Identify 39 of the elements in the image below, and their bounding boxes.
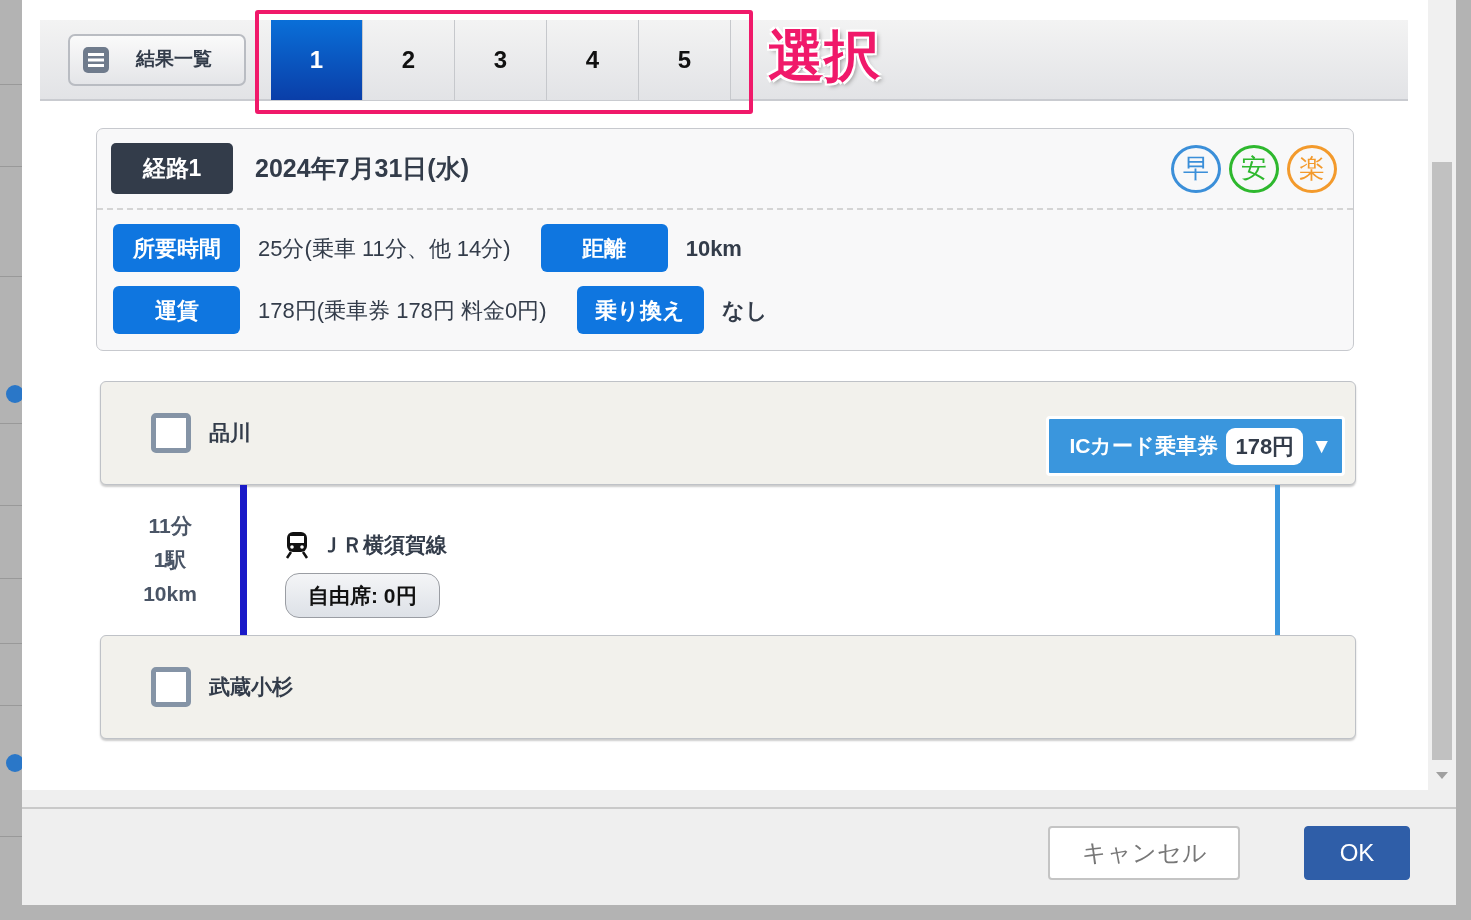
route-mark: 早: [1171, 144, 1221, 193]
ride-time: 11分: [148, 513, 192, 539]
route-tab[interactable]: 5: [639, 20, 731, 100]
train-icon: [285, 530, 309, 559]
route-date: 2024年7月31日(水): [255, 152, 469, 184]
scrollbar[interactable]: [1428, 0, 1456, 790]
fare-amount: 178円: [1226, 427, 1304, 465]
caret-icon: ▼: [1311, 430, 1332, 462]
scroll-down-icon[interactable]: [1436, 772, 1448, 779]
ok-button[interactable]: OK: [1304, 826, 1410, 880]
fact-label: 距離: [540, 224, 668, 272]
station-name: 品川: [209, 420, 251, 447]
annotation-label: 選択: [768, 28, 880, 84]
route-tab[interactable]: 3: [455, 20, 547, 100]
route-mark: 楽: [1287, 144, 1337, 193]
route-tab[interactable]: 4: [547, 20, 639, 100]
station-name: 武蔵小杉: [209, 674, 293, 701]
fact-value: なし: [721, 296, 768, 325]
line-name: ＪＲ横須賀線: [321, 532, 447, 558]
fact-label: 乗り換え: [576, 286, 704, 334]
checkbox[interactable]: [151, 413, 191, 453]
fare-dropdown[interactable]: ICカード乗車券 178円 ▼: [1046, 416, 1345, 476]
route-badge: 経路1: [111, 143, 233, 194]
route-mark: 安: [1229, 144, 1279, 193]
fact-label: 運賃: [113, 286, 240, 334]
fact-label: 所要時間: [113, 224, 240, 272]
fact-value: 25分(乗車 11分、他 14分): [258, 234, 511, 263]
checkbox[interactable]: [151, 667, 191, 707]
route-tab[interactable]: 1: [271, 20, 363, 100]
result-list-button[interactable]: 結果一覧: [68, 33, 246, 86]
stop-count: 1駅: [153, 547, 187, 573]
route-tab[interactable]: 2: [363, 20, 455, 100]
scrollbar-thumb[interactable]: [1432, 162, 1452, 760]
list-icon: [82, 45, 110, 74]
cancel-button[interactable]: キャンセル: [1048, 826, 1240, 880]
fact-value: 178円(乗車券 178円 料金0円): [258, 296, 547, 325]
seat-fare-button[interactable]: 自由席: 0円: [285, 572, 440, 618]
ride-distance: 10km: [143, 581, 197, 607]
fact-value: 10km: [685, 234, 742, 263]
